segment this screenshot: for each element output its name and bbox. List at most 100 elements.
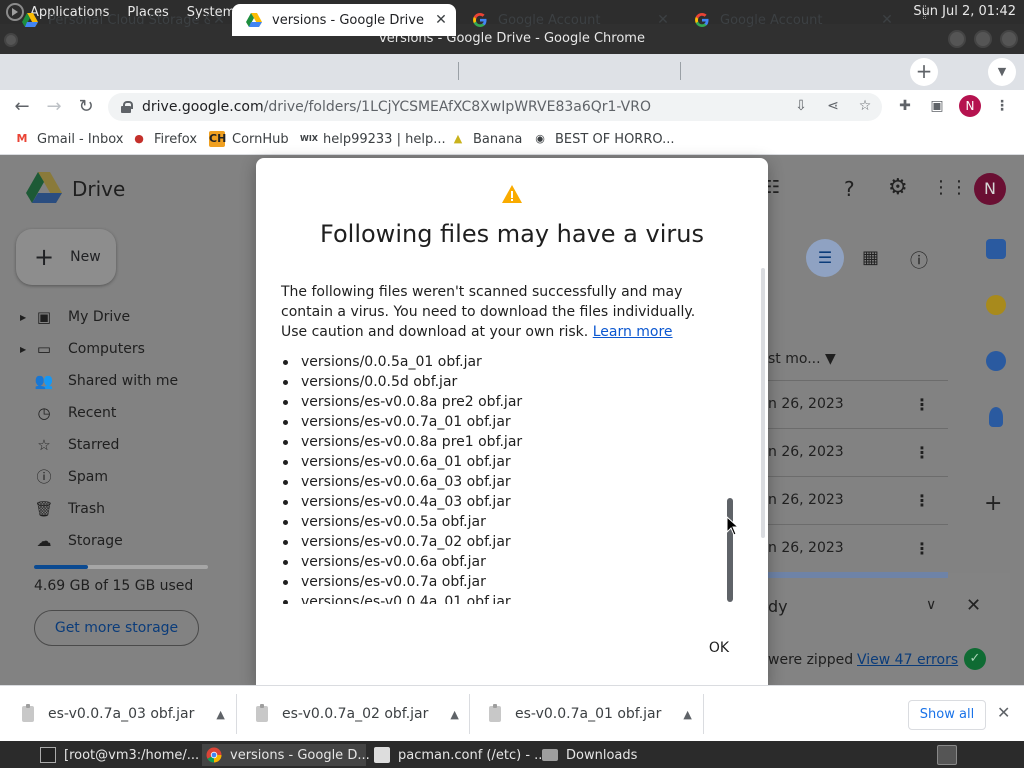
maximize-icon[interactable] [974,30,992,48]
sidebar-item-storage[interactable]: ☁ Storage [20,529,123,553]
bookmark-cornhub[interactable]: CH CornHub [209,131,289,147]
list-item: versions/es-v0.0.7a_02 obf.jar [281,532,721,552]
expand-caret-icon[interactable]: ▶ [20,345,28,354]
download-filename: es-v0.0.7a_03 obf.jar [48,706,195,722]
help-icon[interactable]: ? [844,177,855,201]
bookmark-gmail[interactable]: M Gmail - Inbox [14,131,124,147]
row-more-icon[interactable]: ⋮ [914,491,930,510]
tab-close-icon[interactable]: ✕ [654,12,672,28]
settings-gear-icon[interactable]: ⚙ [888,175,908,200]
file-list-scrollbar-thumb[interactable] [727,498,733,602]
apps-grid-icon[interactable]: ⋮⋮ [932,177,968,198]
new-button[interactable]: + New [16,229,116,285]
install-app-icon[interactable]: ⇩ [791,96,811,116]
collapse-chevron-icon[interactable]: ∨ [926,597,936,613]
chevron-up-icon[interactable]: ▲ [450,708,458,721]
details-info-icon[interactable]: ⓘ [910,247,928,273]
task-terminal[interactable]: [root@vm3:/home/... [36,744,199,766]
workspace-switcher-icon[interactable] [937,745,957,765]
bookmark-firefox[interactable]: ● Firefox [131,131,197,147]
dialog-scrollbar[interactable] [761,268,765,538]
tab-search-chevron-icon[interactable]: ▼ [988,58,1016,86]
sidebar-item-label: Starred [68,437,120,453]
tab-versions-google-drive[interactable]: versions - Google Drive ✕ [232,4,456,36]
last-modified-header[interactable]: st mo... ▼ [768,351,836,367]
filter-icon[interactable]: ☰ [806,239,844,277]
ok-button[interactable]: OK [696,634,742,662]
row-more-icon[interactable]: ⋮ [914,443,930,462]
lock-icon[interactable] [120,101,133,113]
learn-more-link[interactable]: Learn more [593,324,673,340]
close-downloads-icon[interactable]: ✕ [997,703,1010,722]
tab-close-icon[interactable]: ✕ [878,12,896,28]
task-chrome[interactable]: versions - Google D... [202,744,370,766]
grid-view-icon[interactable]: ▦ [862,247,879,268]
sidebar-item-recent[interactable]: ◷ Recent [20,401,116,425]
sidebar-item-shared-with-me[interactable]: 👥 Shared with me [20,369,178,393]
zip-message: were zipped [768,652,854,668]
download-filename: es-v0.0.7a_01 obf.jar [515,706,662,722]
close-window-icon[interactable] [1000,30,1018,48]
row-divider [768,380,948,381]
download-item[interactable]: es-v0.0.7a_01 obf.jar ▲ [489,686,692,742]
close-icon[interactable]: ✕ [966,595,981,616]
view-errors-link[interactable]: View 47 errors [857,652,958,668]
forward-arrow-icon[interactable]: → [43,96,65,118]
task-downloads[interactable]: Downloads [538,744,637,766]
downloads-bar: es-v0.0.7a_03 obf.jar ▲ es-v0.0.7a_02 ob… [0,685,1024,741]
sidebar-item-trash[interactable]: 🗑 Trash [20,497,105,521]
expand-caret-icon[interactable]: ▶ [20,313,28,322]
bookmark-star-icon[interactable]: ☆ [855,96,875,116]
task-text-editor[interactable]: pacman.conf (/etc) - ... [370,744,547,766]
storage-usage-bar [34,565,208,569]
download-separator [236,694,237,734]
sidebar-item-computers[interactable]: ▶ ▭ Computers [20,337,145,361]
bookmark-help99233[interactable]: WIX help99233 | help... [300,131,446,147]
sidebar-item-spam[interactable]: ⓘ Spam [20,465,108,489]
tab-separator [458,62,459,80]
row-more-icon[interactable]: ⋮ [914,539,930,558]
tab-google-account-1[interactable]: Google Account ✕ [458,4,678,36]
sidebar-item-label: Computers [68,341,145,357]
tab-personal-cloud-storage[interactable]: Personal Cloud Storage & F ✕ [8,4,234,36]
contacts-icon[interactable] [989,407,1003,427]
bookmark-best-of-horror[interactable]: ◉ BEST OF HORRO... [532,131,674,147]
dialog-title: Following files may have a virus [320,220,704,248]
tab-close-icon[interactable]: ✕ [210,12,228,28]
calendar-icon[interactable] [986,239,1006,259]
chrome-icon [206,747,222,763]
minimize-icon[interactable] [948,30,966,48]
reload-icon[interactable]: ↻ [75,96,97,118]
clock[interactable]: Sun Jul 2, 01:42 [913,4,1016,19]
chevron-up-icon[interactable]: ▲ [683,708,691,721]
side-panel-icon[interactable]: ▣ [927,96,947,116]
show-all-button[interactable]: Show all [908,700,986,730]
chrome-menu-icon[interactable]: ⋮ [992,96,1012,116]
sidebar-item-my-drive[interactable]: ▶ ▣ My Drive [20,305,130,329]
tab-close-icon[interactable]: ✕ [432,12,450,28]
chevron-up-icon[interactable]: ▲ [216,708,224,721]
account-avatar[interactable]: N [974,173,1006,205]
download-item[interactable]: es-v0.0.7a_03 obf.jar ▲ [22,686,225,742]
zip-status-panel: dy ∨ ✕ were zipped View 47 errors ✓ [768,573,1010,685]
profile-avatar[interactable]: N [959,95,981,117]
download-item[interactable]: es-v0.0.7a_02 obf.jar ▲ [256,686,459,742]
mouse-cursor-icon [726,516,738,536]
tab-google-account-2[interactable]: Google Account ✕ [680,4,902,36]
url-host: drive.google.com [142,99,264,115]
add-addon-icon[interactable]: + [984,491,1002,516]
google-drive-icon [246,13,262,27]
bookmark-banana[interactable]: ▲ Banana [450,131,523,147]
back-arrow-icon[interactable]: ← [11,96,33,118]
sidebar-item-starred[interactable]: ☆ Starred [20,433,119,457]
row-more-icon[interactable]: ⋮ [914,395,930,414]
tasks-icon[interactable] [986,351,1006,371]
extensions-puzzle-icon[interactable]: ✚ [895,96,915,116]
share-icon[interactable]: ⋖ [823,96,843,116]
get-more-storage-button[interactable]: Get more storage [34,610,199,646]
keep-icon[interactable] [986,295,1006,315]
flagged-file-list[interactable]: versions/0.0.5a_01 obf.jar versions/0.0.… [281,352,721,604]
row-date: n 26, 2023 [768,396,844,412]
address-bar[interactable]: drive.google.com/drive/folders/1LCjYCSME… [108,93,882,121]
new-tab-button[interactable]: + [910,58,938,86]
